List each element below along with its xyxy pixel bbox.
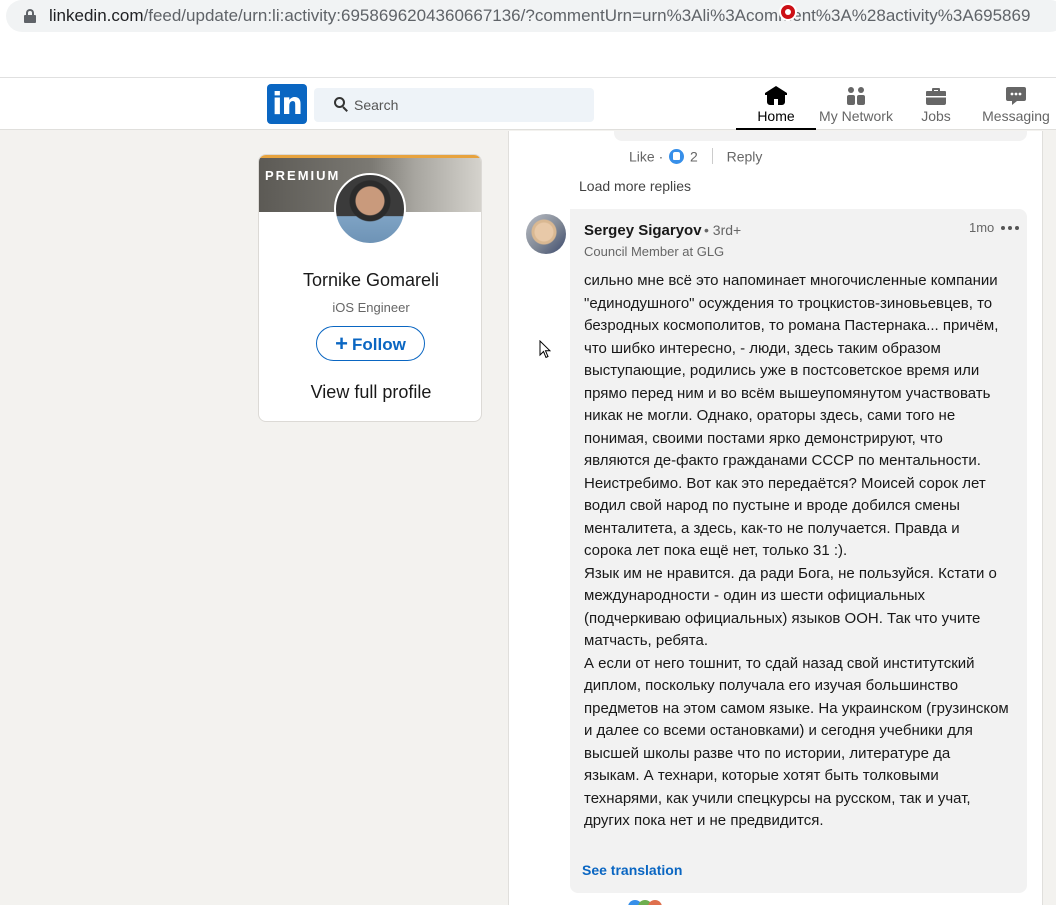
comment-author-headline: Council Member at GLG — [584, 244, 725, 259]
active-indicator — [736, 128, 816, 130]
reply-button[interactable]: Reply — [727, 148, 763, 164]
separator-dot: · — [658, 148, 668, 165]
reaction-icons[interactable] — [628, 900, 662, 905]
load-more-replies-button[interactable]: Load more replies — [579, 178, 691, 194]
plus-icon: + — [335, 331, 349, 356]
profile-card: PREMIUM Tornike Gomareli iOS Engineer + F… — [258, 154, 482, 422]
comment-actions-partial — [584, 898, 884, 905]
comment-timestamp: 1mo — [969, 220, 995, 235]
comment-paragraph: Язык им не нравится. да ради Бога, не по… — [584, 564, 997, 650]
people-icon — [847, 87, 865, 105]
browser-url-bar[interactable]: linkedin.com/feed/update/urn:li:activity… — [0, 0, 1056, 32]
comment-text: сильно мне всё это напоминает многочисле… — [584, 270, 1009, 833]
view-full-profile-link[interactable]: View full profile — [259, 382, 481, 403]
url-path: /feed/update/urn:li:activity:69586962043… — [143, 6, 1031, 25]
profile-title: iOS Engineer — [332, 300, 410, 315]
mouse-cursor-icon — [539, 340, 551, 359]
linkedin-logo[interactable]: in — [267, 84, 307, 124]
url-text[interactable]: linkedin.com/feed/update/urn:li:activity… — [49, 6, 1030, 26]
nav-label-my-network: My Network — [819, 108, 893, 124]
nav-item-messaging[interactable]: Messaging — [976, 78, 1056, 130]
briefcase-icon — [926, 88, 946, 105]
connection-degree: • 3rd+ — [704, 222, 742, 238]
nav-item-my-network[interactable]: My Network — [816, 78, 896, 130]
divider — [711, 148, 713, 165]
notification-badge[interactable] — [779, 3, 797, 21]
like-reaction-icon[interactable] — [669, 148, 685, 164]
comment-paragraph: сильно мне всё это напоминает многочисле… — [584, 272, 999, 559]
like-button[interactable]: Like — [629, 148, 655, 164]
more-options-icon[interactable] — [1001, 220, 1019, 236]
lock-icon[interactable] — [24, 9, 36, 23]
comment-paragraph: А если от него тошнит, то сдай назад сво… — [584, 654, 1009, 830]
search-box[interactable] — [314, 88, 594, 122]
premium-label: PREMIUM — [265, 168, 341, 183]
see-translation-link[interactable]: See translation — [582, 862, 682, 878]
browser-toolbar-gap — [0, 32, 1056, 78]
nav-item-jobs[interactable]: Jobs — [896, 78, 976, 130]
url-host: linkedin.com — [49, 6, 144, 25]
follow-button[interactable]: + Follow — [316, 326, 425, 361]
nav-label-messaging: Messaging — [982, 108, 1050, 124]
search-input[interactable] — [354, 88, 584, 122]
comment-author-name[interactable]: Sergey Sigaryov — [584, 222, 702, 239]
nav-label-jobs: Jobs — [921, 108, 951, 124]
previous-reply-bubble — [614, 131, 1027, 141]
home-icon — [765, 86, 787, 105]
avatar[interactable] — [334, 173, 406, 245]
search-icon — [334, 97, 348, 112]
reaction-count[interactable]: 2 — [690, 148, 698, 164]
follow-label: Follow — [352, 335, 406, 354]
chat-bubble-icon — [1006, 87, 1026, 105]
nav-item-home[interactable]: Home — [736, 78, 816, 130]
profile-name[interactable]: Tornike Gomareli — [259, 270, 481, 291]
nav-label-home: Home — [757, 108, 795, 124]
commenter-avatar[interactable] — [526, 214, 566, 254]
global-nav: in Home My Network Jobs Messaging — [0, 78, 1056, 130]
previous-reply-actions: Like · 2 Reply — [629, 147, 763, 165]
